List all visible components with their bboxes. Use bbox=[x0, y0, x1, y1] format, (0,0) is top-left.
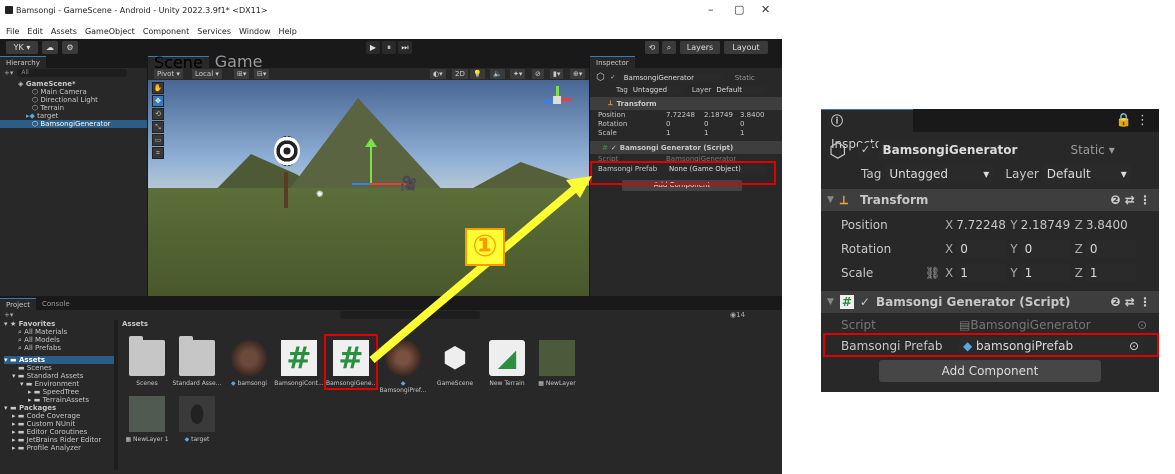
tag-layer-row: Tag Untagged ▾ Layer Default ▾ bbox=[821, 165, 1159, 183]
audio-toggle-icon[interactable]: 🔈 bbox=[490, 69, 505, 79]
constrain-proportions-icon[interactable]: ⛓ bbox=[925, 266, 945, 280]
script-field: BamsongiGenerator bbox=[970, 318, 1091, 332]
highlight-prefab-field-zoom bbox=[823, 333, 1159, 357]
rotation-x-field[interactable]: 0 bbox=[956, 240, 1007, 258]
rotation-row: Rotation X0 Y0 Z0 bbox=[821, 239, 1159, 259]
effects-toggle-icon[interactable]: ✦▾ bbox=[510, 69, 526, 79]
object-name-field[interactable]: BamsongiGenerator bbox=[878, 141, 1019, 159]
position-label: Position bbox=[841, 218, 888, 232]
layer-dropdown[interactable]: Default ▾ bbox=[1042, 165, 1131, 183]
static-toggle[interactable]: Static bbox=[1070, 143, 1104, 157]
scale-x-field[interactable]: 1 bbox=[956, 264, 1007, 282]
shading-mode-icon[interactable]: ◐▾ bbox=[430, 69, 446, 79]
object-picker-icon[interactable]: ⊙ bbox=[1137, 318, 1147, 332]
layer-label: Layer bbox=[1005, 167, 1039, 181]
lighting-toggle-icon[interactable]: 💡 bbox=[470, 69, 485, 79]
arrow-shaft bbox=[369, 182, 581, 364]
camera-settings-icon[interactable]: ▮▾ bbox=[550, 69, 564, 79]
lock-menu-icon[interactable]: 🔒 ⋮ bbox=[1116, 109, 1159, 132]
grid-snap-icon[interactable]: ⊞▾ bbox=[234, 69, 250, 79]
foldout-arrow-icon: ▼ bbox=[827, 297, 834, 307]
tab-inspector-zoom[interactable]: ⓘ Inspector bbox=[821, 109, 913, 151]
local-dropdown[interactable]: Local ▾ bbox=[192, 69, 222, 79]
script-row: Script ▤ BamsongiGenerator ⊙ bbox=[821, 316, 1159, 334]
static-dropdown-icon[interactable]: ▾ bbox=[1109, 143, 1115, 157]
rotation-z-field[interactable]: 0 bbox=[1085, 240, 1136, 258]
2d-toggle[interactable]: 2D bbox=[452, 69, 468, 79]
component-help-icon[interactable]: ❷ ⇄ ⋮ bbox=[1110, 193, 1151, 207]
gizmos-icon[interactable]: ⊕▾ bbox=[570, 69, 586, 79]
add-component-button[interactable]: Add Component bbox=[879, 360, 1101, 382]
transform-icon: ⟂ bbox=[839, 192, 848, 207]
script-hash-icon: # bbox=[839, 295, 854, 309]
script-file-icon: ▤ bbox=[959, 318, 971, 332]
component-enabled-checkbox[interactable]: ✓ bbox=[860, 295, 870, 309]
scene-toolbar: Pivot ▾ Local ▾ ⊞▾ ⊟▾ ◐▾ 2D 💡 🔈 ✦▾ ⊘ ▮▾ … bbox=[148, 68, 589, 80]
scale-label: Scale bbox=[841, 266, 874, 280]
position-y-field[interactable]: 2.18749 bbox=[1021, 218, 1071, 232]
increment-snap-icon[interactable]: ⊟▾ bbox=[254, 69, 270, 79]
script-component-header[interactable]: ▼ # ✓ Bamsongi Generator (Script) ❷ ⇄ ⋮ bbox=[821, 291, 1159, 313]
rotation-y-field[interactable]: 0 bbox=[1020, 240, 1071, 258]
script-label: Script bbox=[841, 318, 876, 332]
rotation-label: Rotation bbox=[841, 242, 892, 256]
scale-z-field[interactable]: 1 bbox=[1085, 264, 1136, 282]
step-badge: ① bbox=[465, 228, 505, 266]
tag-label: Tag bbox=[861, 167, 882, 181]
position-z-field[interactable]: 3.8400 bbox=[1086, 218, 1128, 232]
info-icon: ⓘ bbox=[831, 114, 844, 128]
active-checkbox[interactable]: ✓ bbox=[858, 143, 873, 157]
hidden-objects-icon[interactable]: ⊘ bbox=[532, 69, 544, 79]
position-row: Position X 7.72248 Y 2.18749 Z 3.8400 bbox=[841, 218, 1128, 232]
object-header-row: ⬡ ✓ BamsongiGenerator Static ▾ bbox=[821, 138, 1159, 162]
pivot-dropdown[interactable]: Pivot ▾ bbox=[154, 69, 183, 79]
scale-y-field[interactable]: 1 bbox=[1020, 264, 1071, 282]
position-x-field[interactable]: 7.72248 bbox=[956, 218, 1006, 232]
foldout-arrow-icon: ▼ bbox=[827, 195, 834, 205]
tag-dropdown[interactable]: Untagged ▾ bbox=[885, 165, 994, 183]
gameobject-cube-icon: ⬡ bbox=[829, 138, 847, 162]
transform-header[interactable]: ▼ ⟂ Transform ❷ ⇄ ⋮ bbox=[821, 189, 1159, 211]
inspector-zoom-tabstrip: ⓘ Inspector 🔒 ⋮ bbox=[821, 109, 1159, 151]
component-help-icon[interactable]: ❷ ⇄ ⋮ bbox=[1110, 295, 1151, 309]
scale-row: Scale ⛓ X1 Y1 Z1 bbox=[821, 263, 1159, 283]
